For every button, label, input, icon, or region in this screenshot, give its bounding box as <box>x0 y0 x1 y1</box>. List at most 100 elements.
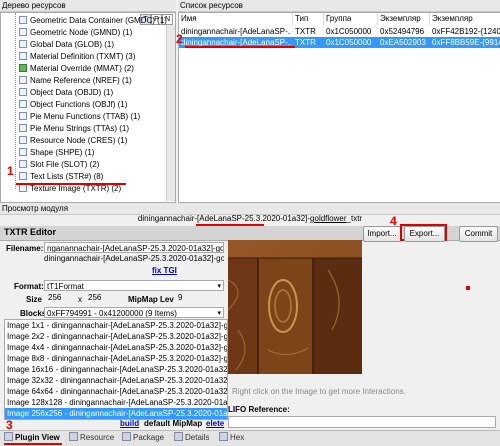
tree-scrollbar[interactable] <box>166 25 175 201</box>
texture-preview-image[interactable] <box>228 240 362 374</box>
plugin-view-icon <box>4 432 13 441</box>
details-icon <box>174 432 183 441</box>
resource-type-icon <box>19 124 27 132</box>
tree-item[interactable]: Pie Menu Functions (TTAB) (1) <box>19 111 140 122</box>
tree-item-label: Resource Node (CRES) (1) <box>30 136 128 145</box>
block-list-item[interactable]: Image 16x16 - diningannachair-[AdeLanaSP… <box>5 364 227 375</box>
block-list-item[interactable]: Image 1x1 - diningannachair-[AdeLanaSP-2… <box>5 320 227 331</box>
annotation-marker-4: 4 <box>390 214 397 228</box>
column-type[interactable]: Тип <box>293 13 324 25</box>
resource-type-icon <box>19 184 27 192</box>
tree-item[interactable]: Text Lists (STR#) (8) <box>19 171 103 182</box>
module-resource-name: diningannachair-[AdeLanaSP-25.3.2020-01a… <box>137 214 363 223</box>
tree-item-label: Global Data (GLOB) (1) <box>30 40 115 49</box>
resource-type-icon <box>19 160 27 168</box>
mipmap-level-value[interactable]: 9 <box>178 293 182 302</box>
commit-button[interactable]: Commit <box>459 226 498 242</box>
resource-type-icon <box>19 28 27 36</box>
block-list-item[interactable]: Image 256x256 - diningannachair-[AdeLana… <box>5 408 227 419</box>
resource-type-icon <box>19 148 27 156</box>
resource-type-icon <box>19 16 27 24</box>
size-height[interactable]: 256 <box>88 293 101 302</box>
tree-item-label: Geometric Data Container (GMDC) (1) <box>30 16 167 25</box>
tree-item[interactable]: Global Data (GLOB) (1) <box>19 39 114 50</box>
tree-item[interactable]: Slot File (SLOT) (2) <box>19 159 99 170</box>
resource-icon <box>69 432 78 441</box>
mipmap-level-label: MipMap Lev <box>128 295 174 304</box>
resource-list[interactable]: Имя Тип Группа Экземпляр Экземпляр dinin… <box>178 12 500 203</box>
tab-details[interactable]: Details <box>174 432 209 444</box>
resource-type-icon <box>19 52 27 60</box>
tree-item-label: Slot File (SLOT) (2) <box>30 160 100 169</box>
hex-icon <box>219 432 228 441</box>
tree-item-label: Object Functions (OBJf) (1) <box>30 100 128 109</box>
table-row[interactable]: diningannachair-[AdeLanaSP-... TXTR 0x1C… <box>179 26 500 37</box>
lifo-reference-field[interactable] <box>228 416 496 428</box>
size-label: Size <box>26 295 43 304</box>
tree-item[interactable]: Geometric Node (GMND) (1) <box>19 27 132 38</box>
fix-tgi-link[interactable]: fix TGI <box>152 266 177 275</box>
marker-dot <box>466 286 470 290</box>
format-label: Format: <box>14 282 44 291</box>
block-list-item[interactable]: Image 4x4 - diningannachair-[AdeLanaSP-2… <box>5 342 227 353</box>
column-instance[interactable]: Экземпляр <box>378 13 430 25</box>
tree-item-label: Text Lists (STR#) (8) <box>30 172 104 181</box>
tree-item[interactable]: Object Data (OBJD) (1) <box>19 87 113 98</box>
tree-item[interactable]: Pie Menu Strings (TTAs) (1) <box>19 123 129 134</box>
tree-item[interactable]: Geometric Data Container (GMDC) (1) <box>19 15 167 26</box>
tree-item[interactable]: Object Functions (OBJf) (1) <box>19 99 127 110</box>
block-list-item[interactable]: Image 128x128 - diningannachair-[AdeLana… <box>5 397 227 408</box>
resource-tree[interactable]: T P N Geometric Data Container (GMDC) (1… <box>0 12 176 203</box>
resource-tree-header: Дерево ресурсов <box>0 0 176 12</box>
size-width[interactable]: 256 <box>48 293 61 302</box>
annotation-marker-3: 3 <box>6 418 13 432</box>
tree-item-label: Geometric Node (GMND) (1) <box>30 28 133 37</box>
preview-hint-text: Right click on the Image to get more Int… <box>232 387 406 396</box>
resource-type-icon <box>19 40 27 48</box>
column-group[interactable]: Группа <box>324 13 378 25</box>
tree-item-label: Pie Menu Strings (TTAs) (1) <box>30 124 129 133</box>
tree-item[interactable]: Material Override (MMAT) (2) <box>19 63 134 74</box>
annotation-marker-1: 1 <box>7 164 14 178</box>
tab-resource[interactable]: Resource <box>69 432 114 444</box>
tree-item[interactable]: Name Reference (NREF) (1) <box>19 75 132 86</box>
column-name[interactable]: Имя <box>179 13 293 25</box>
column-instance-2[interactable]: Экземпляр <box>430 13 500 25</box>
block-list-item[interactable]: Image 2x2 - diningannachair-[AdeLanaSP-2… <box>5 331 227 342</box>
default-mipmap-label: default MipMap <box>144 419 203 428</box>
tree-item-label: Texture Image (TXTR) (2) <box>30 184 122 193</box>
import-button[interactable]: Import... <box>363 226 401 242</box>
resource-type-icon <box>19 76 27 84</box>
size-x-separator: x <box>78 295 82 304</box>
filename-field[interactable]: nganannachair-[AdeLanaSP-25.3.2020-01a32… <box>44 242 224 253</box>
tab-hex[interactable]: Hex <box>219 432 244 444</box>
filename-field-2: diningannachair-[AdeLanaSP-25.3.2020-01a… <box>44 254 224 263</box>
block-list-item[interactable]: Image 8x8 - diningannachair-[AdeLanaSP-2… <box>5 353 227 364</box>
tree-item-label: Material Definition (TXMT) (3) <box>30 52 136 61</box>
blocks-select[interactable]: 0xFF794991 - 0x41200000 (9 Items) <box>44 307 224 318</box>
tree-item[interactable]: Resource Node (CRES) (1) <box>19 135 127 146</box>
filename-label: Filename: <box>6 244 44 253</box>
package-icon <box>122 432 131 441</box>
annotation-underline-list <box>185 46 295 48</box>
tree-item-label: Material Override (MMAT) (2) <box>30 64 134 73</box>
wood-texture-graphic <box>228 240 362 374</box>
tree-item[interactable]: Shape (SHPE) (1) <box>19 147 94 158</box>
tab-package[interactable]: Package <box>122 432 164 444</box>
annotation-marker-2: 2 <box>176 32 183 46</box>
resource-type-icon <box>19 172 27 180</box>
resource-type-icon <box>19 88 27 96</box>
build-link[interactable]: build <box>120 419 139 428</box>
resource-type-icon <box>19 100 27 108</box>
resource-type-icon <box>19 112 27 120</box>
tree-item-label: Object Data (OBJD) (1) <box>30 88 114 97</box>
format-select[interactable]: tT1Format <box>44 280 224 291</box>
tree-item-label: Pie Menu Functions (TTAB) (1) <box>30 112 141 121</box>
export-button[interactable]: Export... <box>404 226 445 242</box>
resource-type-icon <box>19 64 27 72</box>
block-list-item[interactable]: Image 32x32 - diningannachair-[AdeLanaSP… <box>5 375 227 386</box>
block-list[interactable]: Image 1x1 - diningannachair-[AdeLanaSP-2… <box>4 319 228 420</box>
delete-link[interactable]: elete <box>206 419 224 428</box>
block-list-item[interactable]: Image 64x64 - diningannachair-[AdeLanaSP… <box>5 386 227 397</box>
tree-item[interactable]: Material Definition (TXMT) (3) <box>19 51 135 62</box>
